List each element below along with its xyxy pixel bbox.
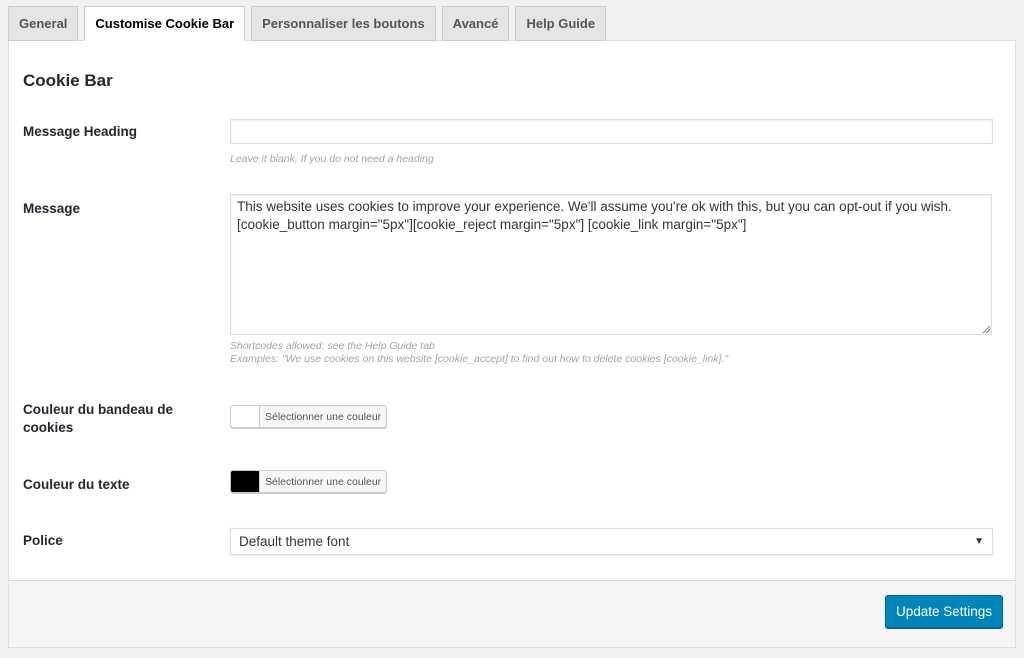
tab-general[interactable]: General (8, 6, 79, 41)
section-title: Cookie Bar (23, 71, 113, 90)
tab-help-guide[interactable]: Help Guide (515, 6, 607, 41)
settings-page: General Customise Cookie Bar Personnalis… (0, 0, 1024, 658)
text-color-picker[interactable]: Sélectionner une couleur (230, 470, 388, 493)
message-label: Message (23, 201, 81, 216)
message-textarea[interactable]: This website uses cookies to improve you… (230, 194, 992, 335)
message-hint-shortcodes: Shortcodes allowed: see the Help Guide t… (230, 340, 435, 352)
update-settings-button[interactable]: Update Settings (885, 595, 1004, 628)
tab-bar: General Customise Cookie Bar Personnalis… (8, 6, 607, 41)
bar-color-picker-label: Sélectionner une couleur (265, 410, 382, 423)
message-hint-examples: Examples: "We use cookies on this websit… (230, 353, 729, 365)
bar-color-picker[interactable]: Sélectionner une couleur (230, 405, 388, 428)
message-heading-label: Message Heading (23, 124, 138, 139)
settings-panel: Cookie Bar Message Heading Leave it blan… (8, 40, 1016, 580)
message-heading-input[interactable] (230, 119, 993, 144)
font-select[interactable]: Default theme font ▼ (230, 528, 993, 555)
text-color-swatch (231, 471, 260, 492)
tab-customise-cookie-bar[interactable]: Customise Cookie Bar (84, 6, 246, 41)
font-label: Police (23, 533, 63, 548)
text-color-picker-label: Sélectionner une couleur (265, 475, 382, 488)
bar-color-label: Couleur du bandeau de cookies (23, 402, 174, 435)
bar-color-swatch (231, 406, 260, 427)
tab-advanced[interactable]: Avancé (441, 6, 510, 41)
tab-customise-buttons[interactable]: Personnaliser les boutons (251, 6, 436, 41)
message-heading-hint: Leave it blank, If you do not need a hea… (230, 153, 434, 165)
chevron-down-icon: ▼ (974, 536, 984, 547)
settings-footer: Update Settings (8, 580, 1016, 648)
text-color-label: Couleur du texte (23, 477, 130, 492)
font-select-value: Default theme font (239, 534, 350, 549)
